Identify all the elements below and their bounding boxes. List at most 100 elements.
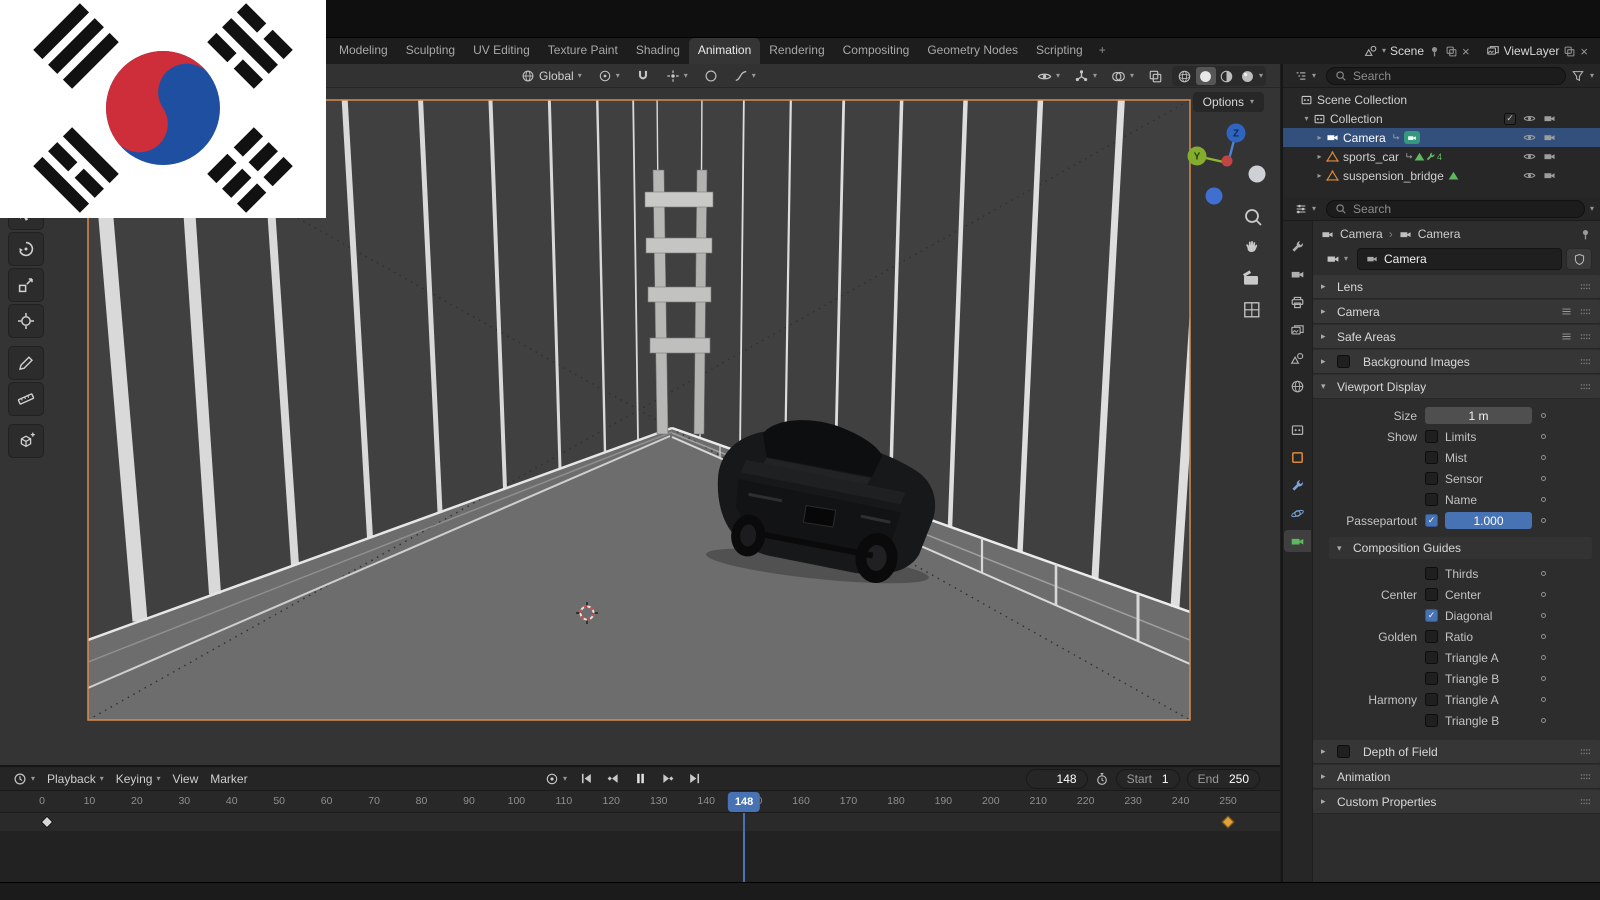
pivot-dropdown[interactable]: ▾ xyxy=(593,67,625,85)
outliner-search[interactable]: Search xyxy=(1326,66,1566,85)
checkbox-mist[interactable] xyxy=(1425,451,1438,464)
pause-button[interactable] xyxy=(628,769,653,788)
shading-material-button[interactable] xyxy=(1217,67,1237,85)
breadcrumb-object[interactable]: Camera xyxy=(1340,227,1383,241)
filter-funnel-icon[interactable] xyxy=(1571,69,1585,83)
properties-tab-physics[interactable] xyxy=(1284,502,1311,524)
animate-dot[interactable] xyxy=(1541,518,1546,523)
pin-icon[interactable] xyxy=(1579,228,1592,241)
properties-tab-object-data[interactable] xyxy=(1284,530,1311,552)
tool-add-cube[interactable] xyxy=(8,424,44,458)
properties-tab-collection[interactable] xyxy=(1284,418,1311,440)
properties-tab-scene[interactable] xyxy=(1284,347,1311,369)
workspace-tab-shading[interactable]: Shading xyxy=(627,38,689,64)
expand-arrow-icon[interactable]: ▸ xyxy=(1313,171,1326,180)
checkbox-center[interactable] xyxy=(1425,588,1438,601)
animate-dot[interactable] xyxy=(1541,571,1546,576)
outliner-row-collection[interactable]: ▾ Collection ✓ xyxy=(1283,109,1600,128)
close-icon[interactable]: × xyxy=(1580,45,1588,58)
workspace-tab-texture-paint[interactable]: Texture Paint xyxy=(539,38,627,64)
gizmo-neg-axis[interactable] xyxy=(1248,165,1266,183)
next-keyframe-button[interactable] xyxy=(655,769,680,788)
properties-tab-object[interactable] xyxy=(1284,446,1311,468)
checkbox-ratio[interactable] xyxy=(1425,630,1438,643)
animate-dot[interactable] xyxy=(1541,413,1546,418)
workspace-tab-modeling[interactable]: Modeling xyxy=(330,38,397,64)
animate-dot[interactable] xyxy=(1541,592,1546,597)
panel-header-depth-of-field[interactable]: ▸ Depth of Field xyxy=(1313,740,1600,764)
panel-header-lens[interactable]: ▸ Lens xyxy=(1313,275,1600,299)
fake-user-shield-button[interactable] xyxy=(1566,248,1592,270)
properties-tab-view-layer[interactable] xyxy=(1284,319,1311,341)
object-visibility-dropdown[interactable]: ▾ xyxy=(1032,67,1065,86)
tool-scale[interactable] xyxy=(8,268,44,302)
checkbox-limits[interactable] xyxy=(1425,430,1438,443)
datablock-name-field[interactable]: Camera xyxy=(1357,248,1562,270)
stopwatch-icon[interactable] xyxy=(1095,772,1109,786)
properties-search[interactable]: Search xyxy=(1326,199,1585,218)
expand-arrow-icon[interactable]: ▸ xyxy=(1313,152,1326,161)
workspace-add-tab[interactable]: + xyxy=(1092,38,1113,64)
menu-marker[interactable]: Marker xyxy=(205,770,252,788)
workspace-tab-scripting[interactable]: Scripting xyxy=(1027,38,1092,64)
passepartout-slider[interactable]: 1.000 xyxy=(1445,512,1532,529)
panel-checkbox-depth-of-field[interactable] xyxy=(1337,745,1350,758)
animate-dot[interactable] xyxy=(1541,634,1546,639)
expand-arrow-icon[interactable]: ▾ xyxy=(1300,114,1313,123)
panel-header-safe-areas[interactable]: ▸ Safe Areas xyxy=(1313,325,1600,349)
properties-tab-modifiers[interactable] xyxy=(1284,474,1311,496)
jump-to-start-button[interactable] xyxy=(574,769,599,788)
animate-dot[interactable] xyxy=(1541,676,1546,681)
checkbox-triangle-a[interactable] xyxy=(1425,693,1438,706)
tool-annotate[interactable] xyxy=(8,346,44,380)
checkbox-triangle-b[interactable] xyxy=(1425,672,1438,685)
breadcrumb-data[interactable]: Camera xyxy=(1418,227,1461,241)
panel-header-custom-properties[interactable]: ▸ Custom Properties xyxy=(1313,790,1600,814)
animate-dot[interactable] xyxy=(1541,497,1546,502)
checkbox-name[interactable] xyxy=(1425,493,1438,506)
orientation-dropdown[interactable]: Global ▾ xyxy=(516,67,587,85)
editor-type-timeline[interactable]: ▾ xyxy=(8,770,40,788)
menu-keying[interactable]: Keying ▾ xyxy=(111,770,166,788)
gizmos-dropdown[interactable]: ▾ xyxy=(1069,67,1102,86)
properties-tab-world[interactable] xyxy=(1284,375,1311,397)
playhead[interactable]: 148 xyxy=(727,792,761,812)
xray-toggle[interactable] xyxy=(1143,67,1168,86)
workspace-tab-sculpting[interactable]: Sculpting xyxy=(397,38,464,64)
panel-header-viewport-display[interactable]: ▾ Viewport Display xyxy=(1313,375,1600,399)
outliner-row-scene-collection[interactable]: Scene Collection xyxy=(1283,90,1600,109)
chevron-down-icon[interactable]: ▾ xyxy=(1590,204,1594,213)
expand-arrow-icon[interactable]: ▸ xyxy=(1313,133,1326,142)
auto-keying-toggle[interactable]: ▾ xyxy=(540,770,572,788)
viewlayer-selector[interactable]: ViewLayer × xyxy=(1486,44,1588,58)
options-dropdown[interactable]: Options ▾ xyxy=(1192,92,1264,112)
overlays-dropdown[interactable]: ▾ xyxy=(1106,67,1139,86)
tool-transform[interactable] xyxy=(8,304,44,338)
animate-dot[interactable] xyxy=(1541,718,1546,723)
checkbox-sensor[interactable] xyxy=(1425,472,1438,485)
properties-tab-render[interactable] xyxy=(1284,263,1311,285)
animate-dot[interactable] xyxy=(1541,455,1546,460)
snap-target-dropdown[interactable]: ▾ xyxy=(661,67,693,85)
gizmo-x-axis[interactable] xyxy=(1221,155,1233,167)
tool-measure[interactable] xyxy=(8,382,44,416)
current-frame-field[interactable]: 148 xyxy=(1025,768,1088,789)
gizmo-neg-z-axis[interactable] xyxy=(1205,187,1223,205)
timeline-tracks[interactable] xyxy=(0,813,1280,882)
close-icon[interactable]: × xyxy=(1462,45,1470,58)
panel-header-composition-guides[interactable]: ▾ Composition Guides xyxy=(1329,537,1592,559)
scene-selector[interactable]: ▾ Scene × xyxy=(1364,44,1470,58)
outliner-row-camera[interactable]: ▸ Camera xyxy=(1283,128,1600,147)
shading-wireframe-button[interactable] xyxy=(1175,67,1195,85)
proportional-edit-toggle[interactable] xyxy=(699,67,723,85)
chevron-down-icon[interactable]: ▾ xyxy=(1590,71,1594,80)
datablock-browse-dropdown[interactable]: ▾ xyxy=(1321,250,1353,268)
editor-type-outliner[interactable]: ▾ xyxy=(1289,67,1321,85)
properties-tab-output[interactable] xyxy=(1284,291,1311,313)
exclude-checkbox[interactable]: ✓ xyxy=(1504,112,1516,125)
shading-rendered-button[interactable] xyxy=(1238,67,1258,85)
snap-toggle[interactable] xyxy=(631,67,655,85)
editor-type-properties[interactable]: ▾ xyxy=(1289,200,1321,218)
properties-tab-tool[interactable] xyxy=(1284,235,1311,257)
shading-solid-button[interactable] xyxy=(1195,67,1216,85)
